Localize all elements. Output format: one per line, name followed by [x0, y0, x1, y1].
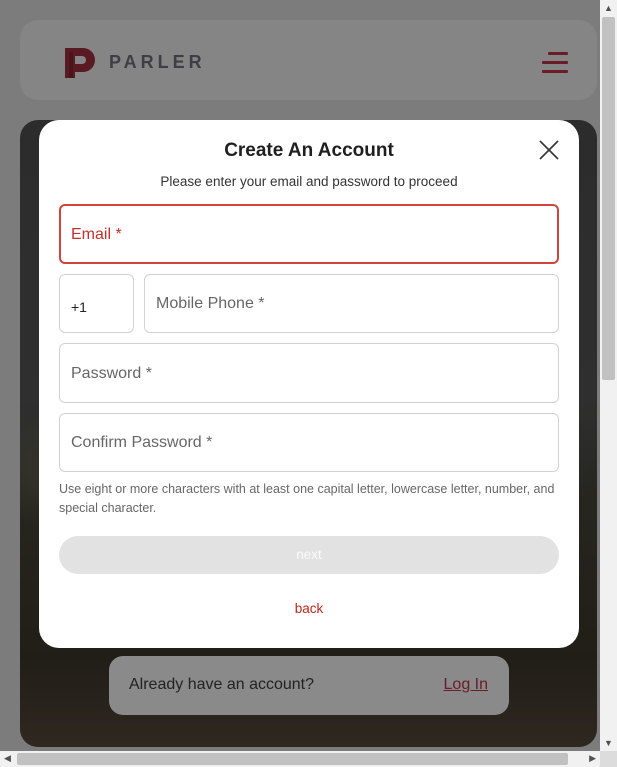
parler-logo-icon[interactable] — [61, 44, 99, 82]
confirm-password-field[interactable]: Confirm Password * — [59, 413, 559, 472]
password-input[interactable] — [60, 344, 558, 402]
horizontal-scroll-thumb[interactable] — [17, 753, 568, 765]
confirm-password-input[interactable] — [60, 414, 558, 471]
vertical-scroll-thumb[interactable] — [602, 17, 615, 380]
close-icon[interactable] — [538, 139, 560, 161]
scroll-left-icon[interactable]: ◀ — [4, 753, 11, 764]
mobile-phone-input[interactable] — [145, 275, 558, 332]
scroll-right-icon[interactable]: ▶ — [589, 753, 596, 764]
hamburger-menu-icon[interactable] — [542, 52, 568, 74]
scroll-up-icon[interactable]: ▲ — [604, 3, 613, 13]
email-input[interactable] — [61, 206, 557, 262]
brand-name: PARLER — [109, 52, 206, 72]
create-account-modal: Create An Account Please enter your emai… — [39, 120, 579, 648]
modal-title: Create An Account — [224, 140, 394, 161]
horizontal-scrollbar[interactable]: ◀ ▶ — [0, 751, 600, 767]
country-code-value: +1 — [71, 299, 87, 315]
country-code-select[interactable]: +1 — [59, 274, 134, 333]
vertical-scrollbar[interactable]: ▲ ▼ — [600, 0, 617, 751]
login-question: Already have an account? — [129, 676, 315, 693]
modal-subtitle: Please enter your email and password to … — [160, 174, 458, 189]
next-button[interactable]: next — [59, 536, 559, 574]
password-field[interactable]: Password * — [59, 343, 559, 403]
login-link[interactable]: Log In — [444, 676, 488, 694]
mobile-phone-field[interactable]: Mobile Phone * — [144, 274, 559, 333]
scroll-down-icon[interactable]: ▼ — [604, 738, 613, 748]
site-header: PARLER — [20, 20, 597, 100]
scrollbar-corner — [600, 751, 617, 767]
password-hint: Use eight or more characters with at lea… — [59, 482, 555, 515]
login-prompt-bar: Already have an account? Log In — [109, 656, 509, 715]
email-field[interactable]: Email * — [59, 204, 559, 264]
back-link[interactable]: back — [39, 601, 579, 616]
